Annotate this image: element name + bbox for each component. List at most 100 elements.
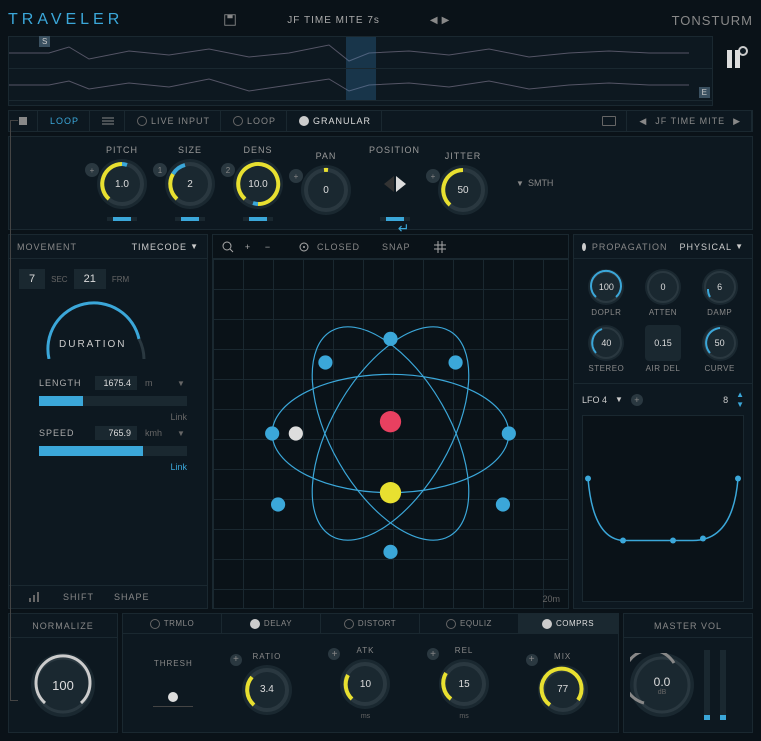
volume-meter bbox=[704, 650, 710, 720]
bars-icon[interactable] bbox=[29, 592, 43, 602]
mid-section: MOVEMENT TIMECODE▼ 7 SEC 21 FRM DURATION… bbox=[8, 234, 753, 609]
orbit-canvas[interactable]: 20m bbox=[213, 259, 568, 608]
position-arrows[interactable] bbox=[384, 176, 406, 192]
seconds-value[interactable]: 7 bbox=[19, 269, 45, 289]
smooth-dropdown[interactable]: ▼ SMTH bbox=[516, 178, 553, 188]
plus-icon[interactable]: + bbox=[328, 648, 340, 660]
closed-icon[interactable] bbox=[297, 240, 311, 254]
loop-button[interactable]: LOOP bbox=[40, 111, 90, 131]
end-marker[interactable]: E bbox=[699, 87, 710, 98]
atten-knob[interactable]: 0 bbox=[645, 269, 681, 305]
size-control: SIZE 1 2 bbox=[165, 145, 215, 221]
speed-value[interactable]: 765.9 bbox=[95, 426, 137, 440]
distort-tab[interactable]: DISTORT bbox=[321, 614, 420, 633]
lfo-dropdown[interactable]: LFO 4 bbox=[582, 395, 607, 405]
propagation-mode-dropdown[interactable]: PHYSICAL▼ bbox=[680, 242, 744, 252]
chevron-left-icon[interactable]: ◀ bbox=[639, 116, 647, 127]
damp-knob[interactable]: 6 bbox=[702, 269, 738, 305]
plus-icon[interactable]: + bbox=[230, 654, 242, 666]
length-bar[interactable] bbox=[39, 396, 187, 406]
chevron-right-icon[interactable]: ▶ bbox=[733, 116, 741, 127]
loop-mode-toggle[interactable]: LOOP bbox=[223, 111, 287, 131]
frames-value[interactable]: 21 bbox=[74, 269, 106, 289]
position-mod-bar[interactable]: ↵ bbox=[380, 217, 410, 221]
size-knob[interactable]: 2 bbox=[165, 159, 215, 209]
list-button[interactable] bbox=[92, 111, 125, 131]
save-icon[interactable] bbox=[223, 13, 237, 27]
closed-button[interactable]: CLOSED bbox=[317, 242, 360, 252]
waveform-display[interactable]: S E bbox=[8, 36, 713, 106]
thresh-slider[interactable] bbox=[168, 692, 178, 702]
folder-icon bbox=[602, 116, 616, 126]
selection-region-2[interactable] bbox=[346, 69, 376, 100]
length-link[interactable]: Link bbox=[9, 412, 207, 422]
equliz-tab[interactable]: EQULIZ bbox=[420, 614, 519, 633]
damp-label: DAMP bbox=[707, 308, 732, 317]
pan-knob[interactable]: 0 bbox=[301, 165, 351, 215]
curve-knob[interactable]: 50 bbox=[702, 325, 738, 361]
master-controls: 0.0 dB bbox=[624, 638, 752, 732]
lfo-add-icon[interactable]: + bbox=[631, 394, 643, 406]
doplr-knob[interactable]: 100 bbox=[588, 269, 624, 305]
radio-icon[interactable] bbox=[582, 243, 586, 251]
timecode-dropdown[interactable]: TIMECODE▼ bbox=[132, 242, 199, 252]
master-knob[interactable]: 0.0 dB bbox=[630, 653, 694, 717]
granular-toggle[interactable]: GRANULAR bbox=[289, 111, 382, 131]
lfo-rate[interactable]: 8 bbox=[723, 395, 728, 405]
plus-icon[interactable]: + bbox=[526, 654, 538, 666]
preset-name[interactable]: JF TIME MITE 7s bbox=[287, 15, 380, 26]
jitter-knob[interactable]: 50 bbox=[438, 165, 488, 215]
rate-up-icon[interactable]: ▲ bbox=[736, 390, 744, 399]
rate-down-icon[interactable]: ▼ bbox=[736, 400, 744, 409]
stereo-label: STEREO bbox=[588, 364, 624, 373]
preset-browser[interactable]: ◀ JF TIME MITE ▶ bbox=[629, 111, 752, 131]
search-icon[interactable] bbox=[221, 240, 235, 254]
duration-arc[interactable] bbox=[29, 299, 149, 359]
live-input-toggle[interactable]: LIVE INPUT bbox=[127, 111, 221, 131]
shape-button[interactable]: SHAPE bbox=[114, 592, 150, 602]
shift-button[interactable]: SHIFT bbox=[63, 592, 94, 602]
dropdown-icon[interactable]: ▼ bbox=[177, 429, 185, 438]
preset-next-icon[interactable]: ▶ bbox=[442, 15, 450, 26]
propagation-header: PROPAGATION PHYSICAL▼ bbox=[574, 235, 752, 259]
normalize-header: NORMALIZE bbox=[9, 614, 117, 638]
master-label: MASTER VOL bbox=[654, 621, 722, 631]
rel-control: + REL 15 ms bbox=[439, 646, 489, 720]
stereo-knob[interactable]: 40 bbox=[588, 325, 624, 361]
jitter-control: JITTER + 50 bbox=[438, 151, 488, 215]
normalize-knob[interactable]: 100 bbox=[31, 653, 95, 717]
length-value[interactable]: 1675.4 bbox=[95, 376, 137, 390]
dens-mod-bar[interactable] bbox=[243, 217, 273, 221]
pitch-knob[interactable]: 1.0 bbox=[97, 159, 147, 209]
mix-knob[interactable]: 77 bbox=[538, 665, 588, 715]
ratio-knob[interactable]: 3.4 bbox=[242, 665, 292, 715]
speed-bar[interactable] bbox=[39, 446, 187, 456]
scale-label: 20m bbox=[542, 594, 560, 604]
brand-label: TONSTURM bbox=[672, 13, 753, 28]
zoom-out-icon[interactable]: − bbox=[261, 240, 275, 254]
rel-knob[interactable]: 15 bbox=[439, 659, 489, 709]
snap-button[interactable]: SNAP bbox=[382, 242, 411, 252]
curve-control: 50 CURVE bbox=[695, 325, 744, 373]
pitch-mod-bar[interactable] bbox=[107, 217, 137, 221]
dropdown-icon[interactable]: ▼ bbox=[177, 379, 185, 388]
lfo-graph[interactable] bbox=[582, 415, 744, 602]
size-mod-bar[interactable] bbox=[175, 217, 205, 221]
airdel-knob[interactable]: 0.15 bbox=[645, 325, 681, 361]
folder-button[interactable] bbox=[592, 111, 627, 131]
preset-prev-icon[interactable]: ◀ bbox=[430, 15, 438, 26]
grid-icon[interactable] bbox=[433, 240, 447, 254]
plus-icon[interactable]: + bbox=[427, 648, 439, 660]
trmlo-tab[interactable]: TRMLO bbox=[123, 614, 222, 633]
atk-knob[interactable]: 10 bbox=[340, 659, 390, 709]
dropdown-icon[interactable]: ▼ bbox=[615, 395, 623, 404]
speed-link[interactable]: Link bbox=[9, 462, 207, 472]
pause-button[interactable] bbox=[721, 47, 745, 71]
delay-tab[interactable]: DELAY bbox=[222, 614, 321, 633]
zoom-in-icon[interactable]: + bbox=[241, 240, 255, 254]
propagation-panel: PROPAGATION PHYSICAL▼ 100 DOPLR 0 ATTEN … bbox=[573, 234, 753, 609]
app-logo: TRAVELER bbox=[8, 11, 123, 29]
selection-region[interactable] bbox=[346, 37, 376, 68]
comprs-tab[interactable]: COMPRS bbox=[519, 614, 618, 633]
dens-knob[interactable]: 10.0 bbox=[233, 159, 283, 209]
